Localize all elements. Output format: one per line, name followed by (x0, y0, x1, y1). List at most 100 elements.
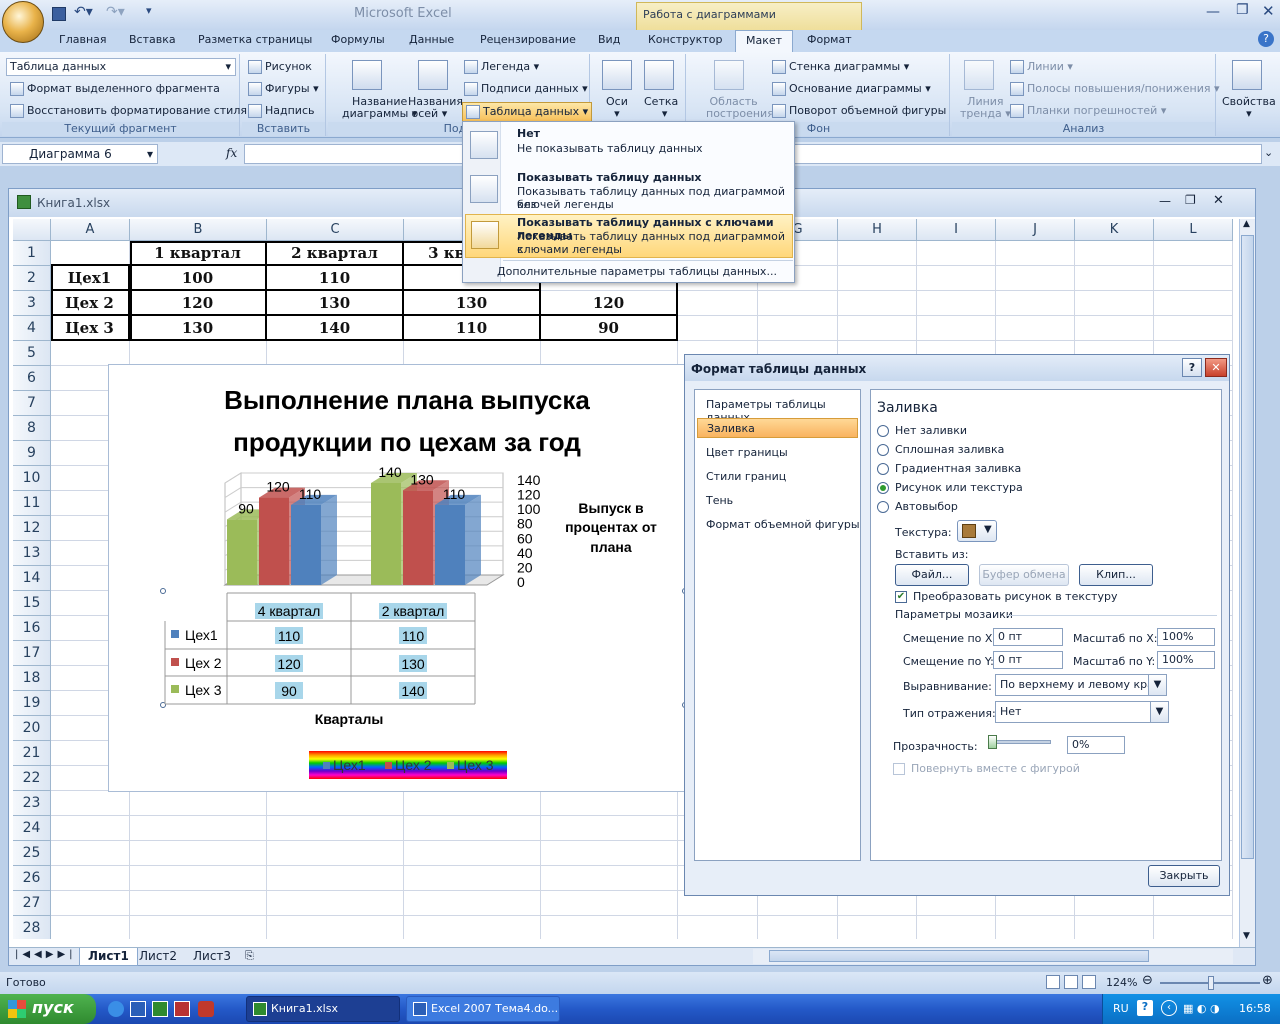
expand-formula-icon[interactable]: ⌄ (1264, 146, 1273, 159)
redo-icon[interactable]: ↷▾ (106, 4, 125, 20)
transparency-input[interactable]: 0% (1067, 736, 1125, 754)
language-indicator[interactable]: RU (1113, 1002, 1129, 1015)
dialog-close-text-button[interactable]: Закрыть (1148, 865, 1220, 887)
texture-picker[interactable]: ▼ (957, 520, 997, 542)
row-header[interactable]: 5 (13, 341, 51, 366)
dialog-close-button[interactable]: ✕ (1205, 358, 1227, 377)
fill-option-solid[interactable]: Сплошная заливка (877, 443, 1004, 456)
task-word-doc[interactable]: Excel 2007 Тема4.do... (406, 996, 560, 1022)
row-header[interactable]: 25 (13, 841, 51, 866)
format-selection-button[interactable]: Формат выделенного фрагмента (10, 82, 220, 96)
row-header[interactable]: 4 (13, 316, 51, 341)
bar[interactable] (291, 504, 321, 585)
fill-option-auto[interactable]: Автовыбор (877, 500, 958, 513)
chart-floor-button[interactable]: Основание диаграммы ▾ (772, 82, 931, 96)
tab-view[interactable]: Вид (598, 33, 620, 46)
chart-object[interactable]: Выполнение плана выпуска продукции по це… (108, 364, 688, 793)
nav-shadow[interactable]: Тень (706, 494, 733, 507)
value-cell[interactable]: 110 (404, 316, 541, 341)
insert-sheet-icon[interactable]: ⎘ (245, 949, 254, 963)
zoom-level[interactable]: 124% (1106, 976, 1137, 989)
tab-design[interactable]: Конструктор (648, 33, 722, 46)
gridlines-button[interactable]: Сетка ▾ (644, 96, 678, 120)
name-box[interactable]: Диаграмма 6 ▾ (2, 144, 158, 164)
tab-format[interactable]: Формат (807, 33, 852, 46)
maximize-button[interactable]: ❐ (1236, 2, 1249, 18)
resize-handle[interactable] (160, 588, 166, 594)
row-label-cell[interactable]: Цех 3 (51, 316, 130, 341)
row-header[interactable]: 8 (13, 416, 51, 441)
row-header[interactable]: 27 (13, 891, 51, 916)
menu-item-more-options[interactable]: Дополнительные параметры таблицы данных.… (497, 265, 777, 278)
series-name[interactable]: Цех 2 (185, 655, 222, 671)
tile-checkbox[interactable]: ✔ Преобразовать рисунок в текстуру (895, 590, 1117, 603)
row-header[interactable]: 17 (13, 641, 51, 666)
row-header[interactable]: 2 (13, 266, 51, 291)
legend-key[interactable] (447, 762, 454, 769)
nav-3d-format[interactable]: Формат объемной фигуры (706, 518, 860, 531)
zoom-slider[interactable] (1160, 976, 1260, 990)
value-cell[interactable]: 110 (267, 266, 404, 291)
scroll-down-icon[interactable]: ▼ (1243, 931, 1250, 941)
tab-formulas[interactable]: Формулы (331, 33, 385, 46)
axes-button[interactable]: Оси ▾ (606, 96, 628, 120)
data-label[interactable]: 140 (378, 464, 402, 480)
selection-dropdown[interactable]: Таблица данных ▾ (6, 58, 236, 76)
row-header[interactable]: 11 (13, 491, 51, 516)
reset-style-button[interactable]: Восстановить форматирование стиля (10, 104, 247, 118)
column-header[interactable]: H (838, 219, 917, 241)
sheet-tab-3[interactable]: Лист3 (193, 949, 231, 963)
bar[interactable] (259, 497, 289, 585)
help-icon[interactable]: ? (1258, 31, 1274, 47)
offset-x-input[interactable]: 0 пт (993, 628, 1063, 646)
y-tick-label[interactable]: 0 (517, 574, 525, 590)
tab-insert[interactable]: Вставка (129, 33, 176, 46)
column-header[interactable]: L (1154, 219, 1233, 241)
row-header[interactable]: 20 (13, 716, 51, 741)
ie-icon[interactable] (108, 1001, 124, 1017)
menu-item-show-table-keys[interactable]: Показывать таблицу данных с ключами леге… (465, 214, 793, 258)
task-excel[interactable]: Книга1.xlsx (246, 996, 400, 1022)
quick-access-menu-icon[interactable]: ▾ (146, 4, 152, 17)
nav-fill[interactable]: Заливка (697, 418, 858, 438)
row-header[interactable]: 23 (13, 791, 51, 816)
row-header[interactable]: 12 (13, 516, 51, 541)
data-labels-button[interactable]: Подписи данных ▾ (464, 82, 588, 96)
bar[interactable] (403, 490, 433, 585)
nav-border-color[interactable]: Цвет границы (706, 446, 788, 459)
chart-data-table[interactable]: 4 квартал 2 квартал Цех1 110 110 Цех 2 120 130 Ц… (164, 592, 476, 705)
fill-option-none[interactable]: Нет заливки (877, 424, 967, 437)
value-cell[interactable]: 120 (541, 291, 678, 316)
bar[interactable] (435, 504, 465, 585)
tab-layout[interactable]: Макет (735, 30, 794, 52)
value-cell[interactable]: 140 (267, 316, 404, 341)
select-all-corner[interactable] (13, 219, 51, 241)
tab-review[interactable]: Рецензирование (480, 33, 576, 46)
row-header[interactable]: 24 (13, 816, 51, 841)
row-header[interactable]: 7 (13, 391, 51, 416)
category-label[interactable]: 2 квартал (382, 603, 445, 619)
office-button[interactable] (2, 1, 44, 43)
close-window-button[interactable]: ✕ (1262, 2, 1275, 20)
start-button[interactable]: пуск (0, 994, 96, 1024)
row-header[interactable]: 13 (13, 541, 51, 566)
axes-icon[interactable] (602, 60, 632, 90)
row-header[interactable]: 10 (13, 466, 51, 491)
row-header[interactable]: 14 (13, 566, 51, 591)
chart-legend[interactable]: Цех1 Цех 2 Цех 3 (309, 751, 507, 779)
series-name[interactable]: Цех1 (185, 627, 218, 643)
nav-border-styles[interactable]: Стили границ (706, 470, 786, 483)
transparency-slider[interactable] (988, 735, 1051, 749)
data-label[interactable]: 120 (266, 479, 290, 495)
gridlines-icon[interactable] (644, 60, 674, 90)
legend-key[interactable] (323, 762, 330, 769)
vertical-scroll-thumb[interactable] (1241, 235, 1254, 859)
value-cell[interactable]: 130 (404, 291, 541, 316)
chart-svg[interactable]: Выполнение плана выпуска продукции по це… (109, 365, 688, 793)
sheet-tab-1[interactable]: Лист1 (79, 948, 138, 966)
legend-button[interactable]: Легенда ▾ (464, 60, 539, 74)
x-axis-title[interactable]: Кварталы (315, 711, 384, 727)
tab-page-layout[interactable]: Разметка страницы (198, 33, 312, 46)
tray-icons[interactable]: ▦ ◐ ◑ (1183, 1002, 1220, 1015)
dialog-help-button[interactable]: ? (1182, 358, 1202, 377)
